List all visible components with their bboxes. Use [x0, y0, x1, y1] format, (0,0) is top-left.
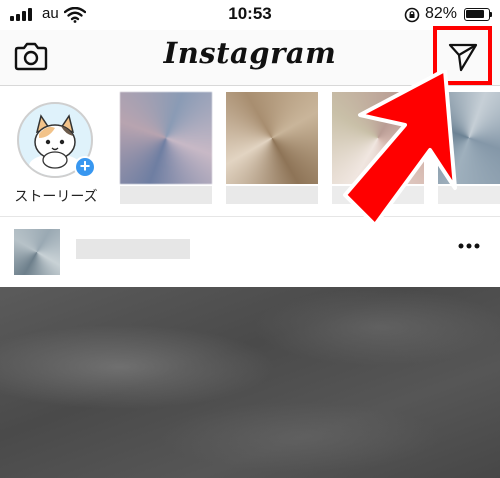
red-arrow-annotation: [343, 70, 457, 227]
story-avatar[interactable]: [226, 92, 318, 184]
battery-percent: 82%: [425, 5, 458, 22]
story-username: [120, 186, 212, 204]
status-bar: au 10:53 82%: [0, 0, 500, 30]
orientation-lock-icon: [404, 7, 420, 23]
more-options-icon[interactable]: [454, 240, 484, 256]
story-username: [226, 186, 318, 204]
instagram-logo: Instagram: [163, 36, 337, 70]
plus-icon: +: [79, 156, 91, 176]
battery-icon: [464, 8, 492, 21]
story-avatar[interactable]: [120, 92, 212, 184]
post-author-avatar[interactable]: [14, 229, 60, 275]
your-story-label: ストーリーズ: [14, 188, 98, 204]
post-photo[interactable]: [0, 287, 500, 478]
post-author-name[interactable]: [76, 239, 190, 259]
add-story-badge[interactable]: +: [74, 156, 96, 178]
